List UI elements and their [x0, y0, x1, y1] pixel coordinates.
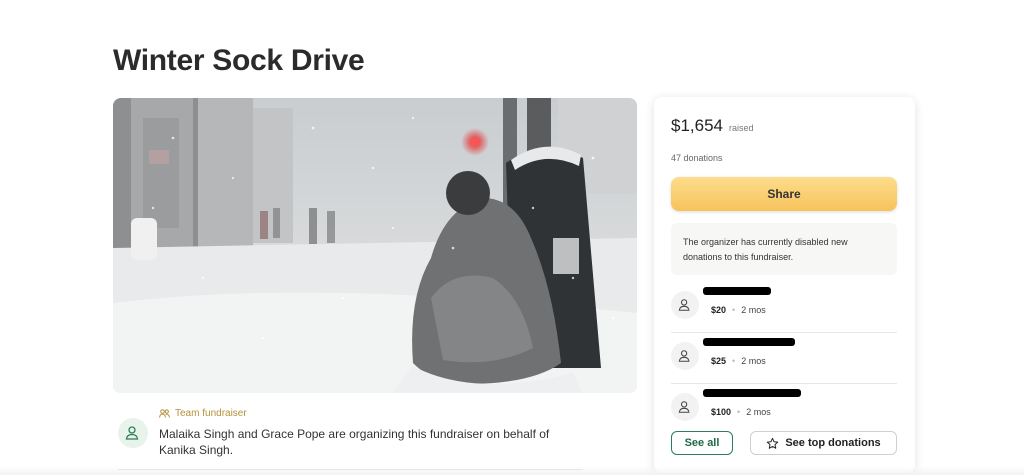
donation-time: 2 mos	[741, 356, 766, 366]
group-icon	[159, 409, 170, 418]
redacted-donor-name	[703, 287, 771, 295]
see-top-donations-label: See top donations	[785, 437, 881, 449]
organizer-avatar[interactable]	[118, 418, 148, 448]
separator-dot: •	[737, 407, 741, 417]
team-fundraiser-label: Team fundraiser	[175, 408, 247, 419]
donation-meta: $25 • 2 mos	[711, 356, 766, 366]
organizer-description: Malaika Singh and Grace Pope are organiz…	[159, 427, 550, 457]
person-heart-icon	[678, 299, 690, 311]
donor-avatar	[671, 342, 699, 370]
see-top-donations-button[interactable]: See top donations	[750, 431, 897, 455]
donation-card: $1,654 raised 47 donations Share The org…	[654, 97, 915, 473]
see-all-button[interactable]: See all	[671, 431, 733, 455]
donation-time: 2 mos	[746, 407, 771, 417]
divider	[671, 383, 897, 384]
raised-amount: $1,654	[671, 116, 723, 135]
donations-disabled-notice: The organizer has currently disabled new…	[671, 223, 897, 275]
person-heart-icon	[678, 401, 690, 413]
donor-avatar	[671, 291, 699, 319]
donation-item: $25 • 2 mos	[671, 338, 897, 388]
donation-meta: $100 • 2 mos	[711, 407, 771, 417]
donation-count: 47 donations	[671, 153, 723, 163]
raised-label: raised	[729, 123, 754, 133]
separator-dot: •	[732, 305, 736, 315]
redacted-donor-name	[703, 389, 801, 397]
share-button[interactable]: Share	[671, 177, 897, 211]
team-fundraiser-tag: Team fundraiser	[159, 408, 247, 419]
snowy-street-image	[113, 98, 637, 393]
donation-amount: $20	[711, 305, 727, 315]
divider	[671, 332, 897, 333]
star-icon	[767, 437, 779, 449]
donation-amount: $25	[711, 356, 727, 366]
person-heart-icon	[125, 426, 139, 440]
separator-dot: •	[732, 356, 736, 366]
page-bottom-fade	[0, 466, 1024, 475]
person-heart-icon	[678, 350, 690, 362]
donation-time: 2 mos	[741, 305, 766, 315]
donation-item: $20 • 2 mos	[671, 287, 897, 337]
redacted-donor-name	[703, 338, 795, 346]
donor-avatar	[671, 393, 699, 421]
campaign-photo[interactable]	[113, 98, 637, 393]
donation-amount: $100	[711, 407, 732, 417]
amount-raised: $1,654 raised	[671, 116, 754, 136]
donation-meta: $20 • 2 mos	[711, 305, 766, 315]
page-title: Winter Sock Drive	[113, 44, 365, 77]
